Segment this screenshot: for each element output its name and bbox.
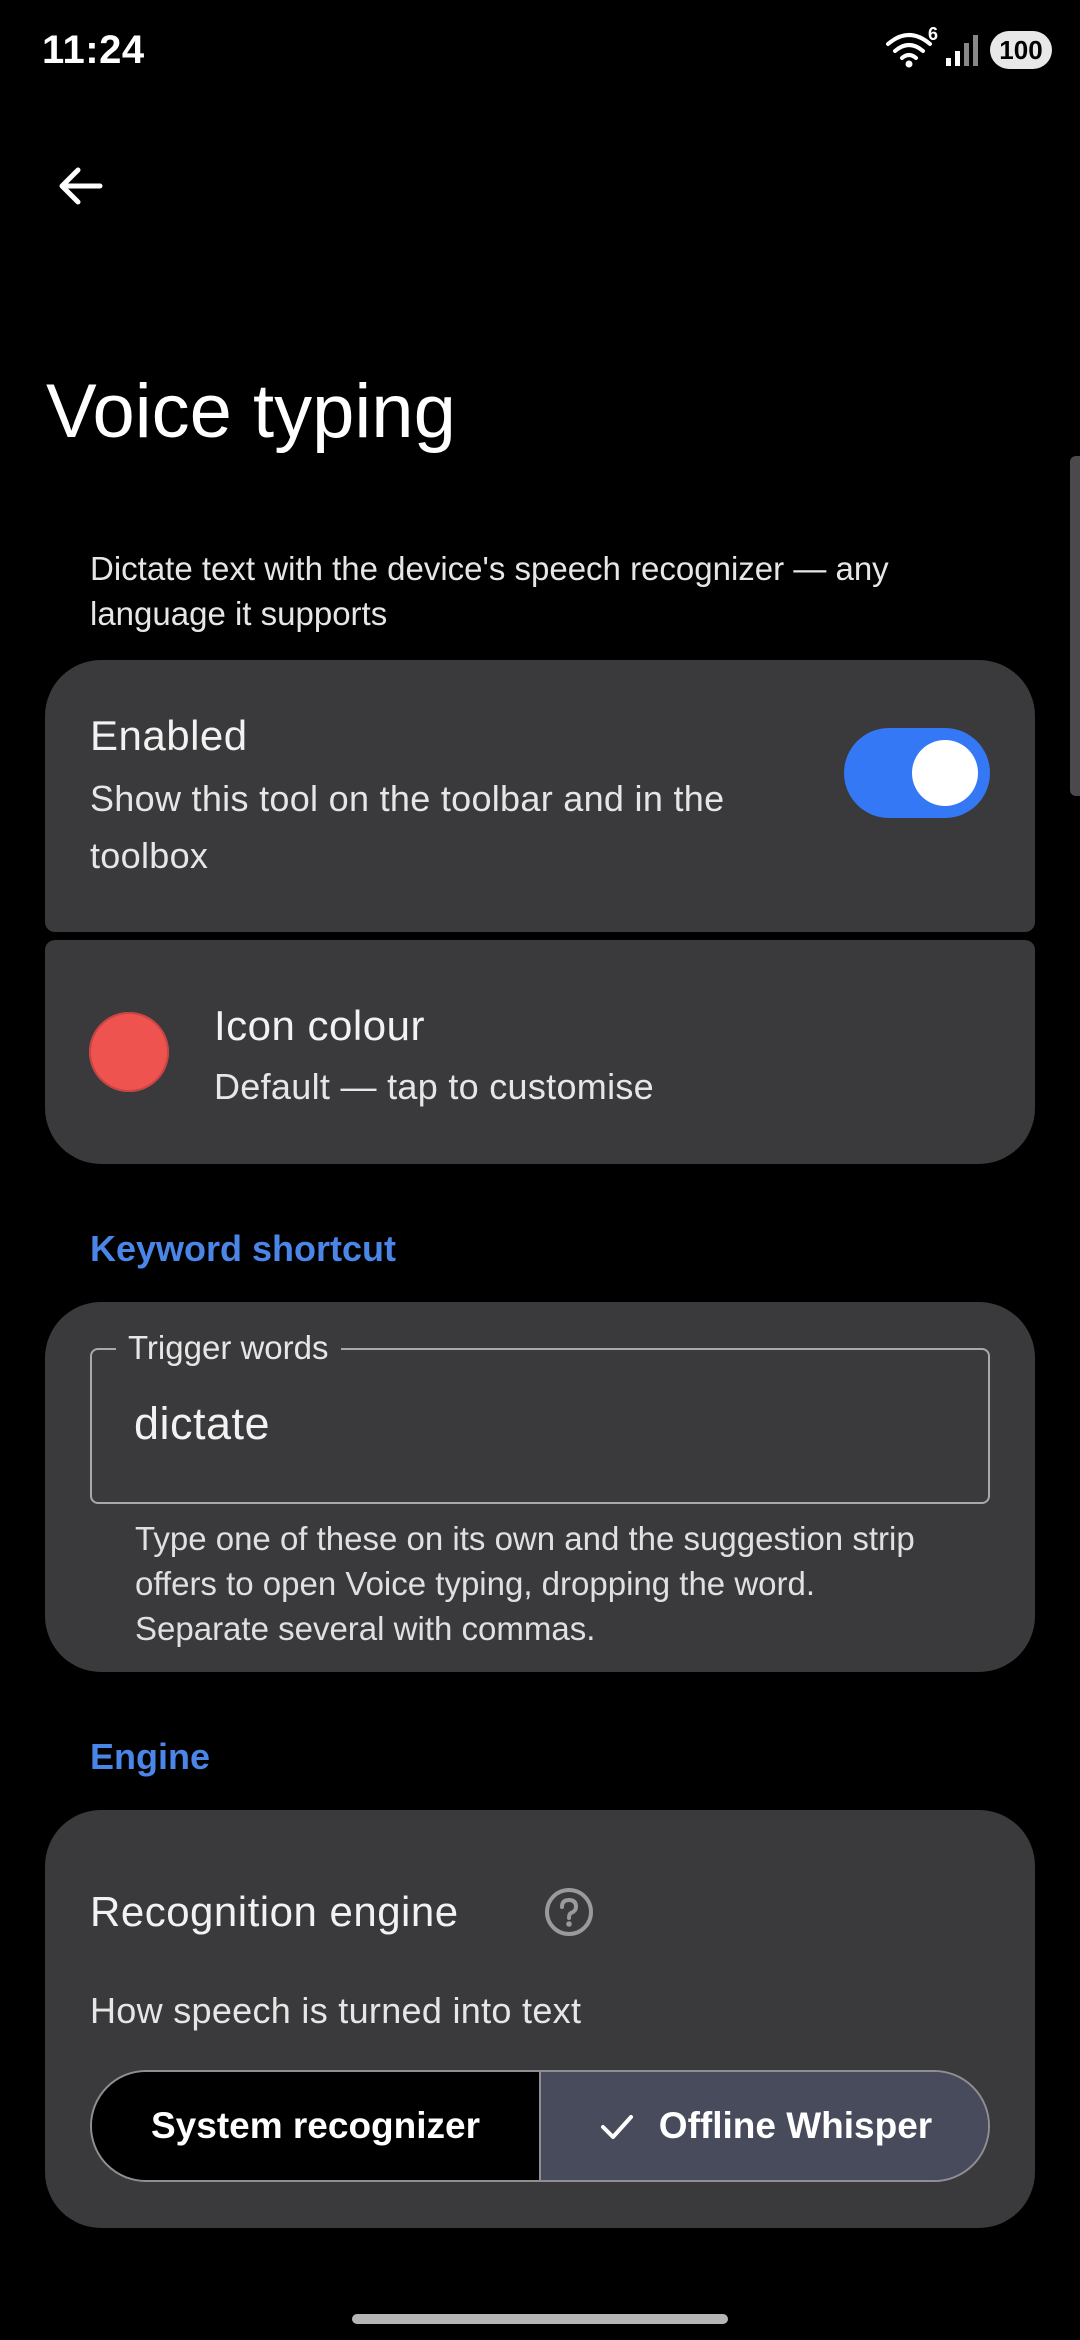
enabled-setting-row[interactable]: Enabled Show this tool on the toolbar an… bbox=[45, 660, 1035, 932]
icon-colour-title: Icon colour bbox=[214, 1002, 425, 1049]
home-indicator[interactable] bbox=[352, 2314, 728, 2324]
check-icon bbox=[597, 2106, 637, 2146]
page-title: Voice typing bbox=[46, 369, 456, 454]
scrollbar[interactable] bbox=[1070, 456, 1080, 796]
trigger-words-input[interactable]: dictate bbox=[134, 1398, 270, 1450]
network-badge: 6 bbox=[927, 24, 938, 44]
recognition-engine-subtitle: How speech is turned into text bbox=[90, 1990, 582, 2031]
wifi-icon: 6 bbox=[884, 24, 938, 70]
engine-segmented-control: System recognizer Offline Whisper bbox=[90, 2070, 990, 2182]
status-bar: 11:24 6 100 bbox=[0, 0, 1080, 100]
battery-indicator: 100 bbox=[990, 31, 1052, 69]
trigger-words-label: Trigger words bbox=[116, 1326, 341, 1370]
icon-colour-setting-row[interactable]: Icon colour Default — tap to customise bbox=[45, 940, 1035, 1164]
status-time: 11:24 bbox=[42, 28, 145, 72]
colour-swatch bbox=[89, 1012, 169, 1092]
keyword-shortcut-header: Keyword shortcut bbox=[90, 1228, 397, 1269]
segment-offline-whisper[interactable]: Offline Whisper bbox=[541, 2072, 988, 2180]
back-button[interactable] bbox=[42, 148, 118, 224]
segment-label: Offline Whisper bbox=[658, 2105, 933, 2146]
signal-icon bbox=[944, 32, 980, 68]
engine-card: Recognition engine How speech is turned … bbox=[45, 1810, 1035, 2228]
trigger-words-field[interactable]: Trigger words dictate bbox=[90, 1326, 990, 1504]
arrow-left-icon bbox=[54, 160, 106, 212]
trigger-words-help: Type one of these on its own and the sug… bbox=[135, 1520, 915, 1647]
engine-header: Engine bbox=[90, 1736, 211, 1777]
enabled-toggle[interactable] bbox=[844, 728, 990, 818]
segment-label: System recognizer bbox=[150, 2105, 481, 2146]
recognition-engine-title: Recognition engine bbox=[90, 1888, 459, 1935]
toggle-knob bbox=[912, 740, 978, 806]
segment-system-recognizer[interactable]: System recognizer bbox=[92, 2072, 541, 2180]
enabled-title: Enabled bbox=[90, 712, 248, 759]
keyword-shortcut-card: Trigger words dictate Type one of these … bbox=[45, 1302, 1035, 1672]
help-circle-icon[interactable] bbox=[543, 1886, 595, 1938]
enabled-subtitle: Show this tool on the toolbar and in the… bbox=[90, 778, 725, 876]
status-icons: 6 100 bbox=[884, 24, 1052, 70]
page-description: Dictate text with the device's speech re… bbox=[90, 550, 889, 632]
icon-colour-subtitle: Default — tap to customise bbox=[214, 1066, 654, 1107]
